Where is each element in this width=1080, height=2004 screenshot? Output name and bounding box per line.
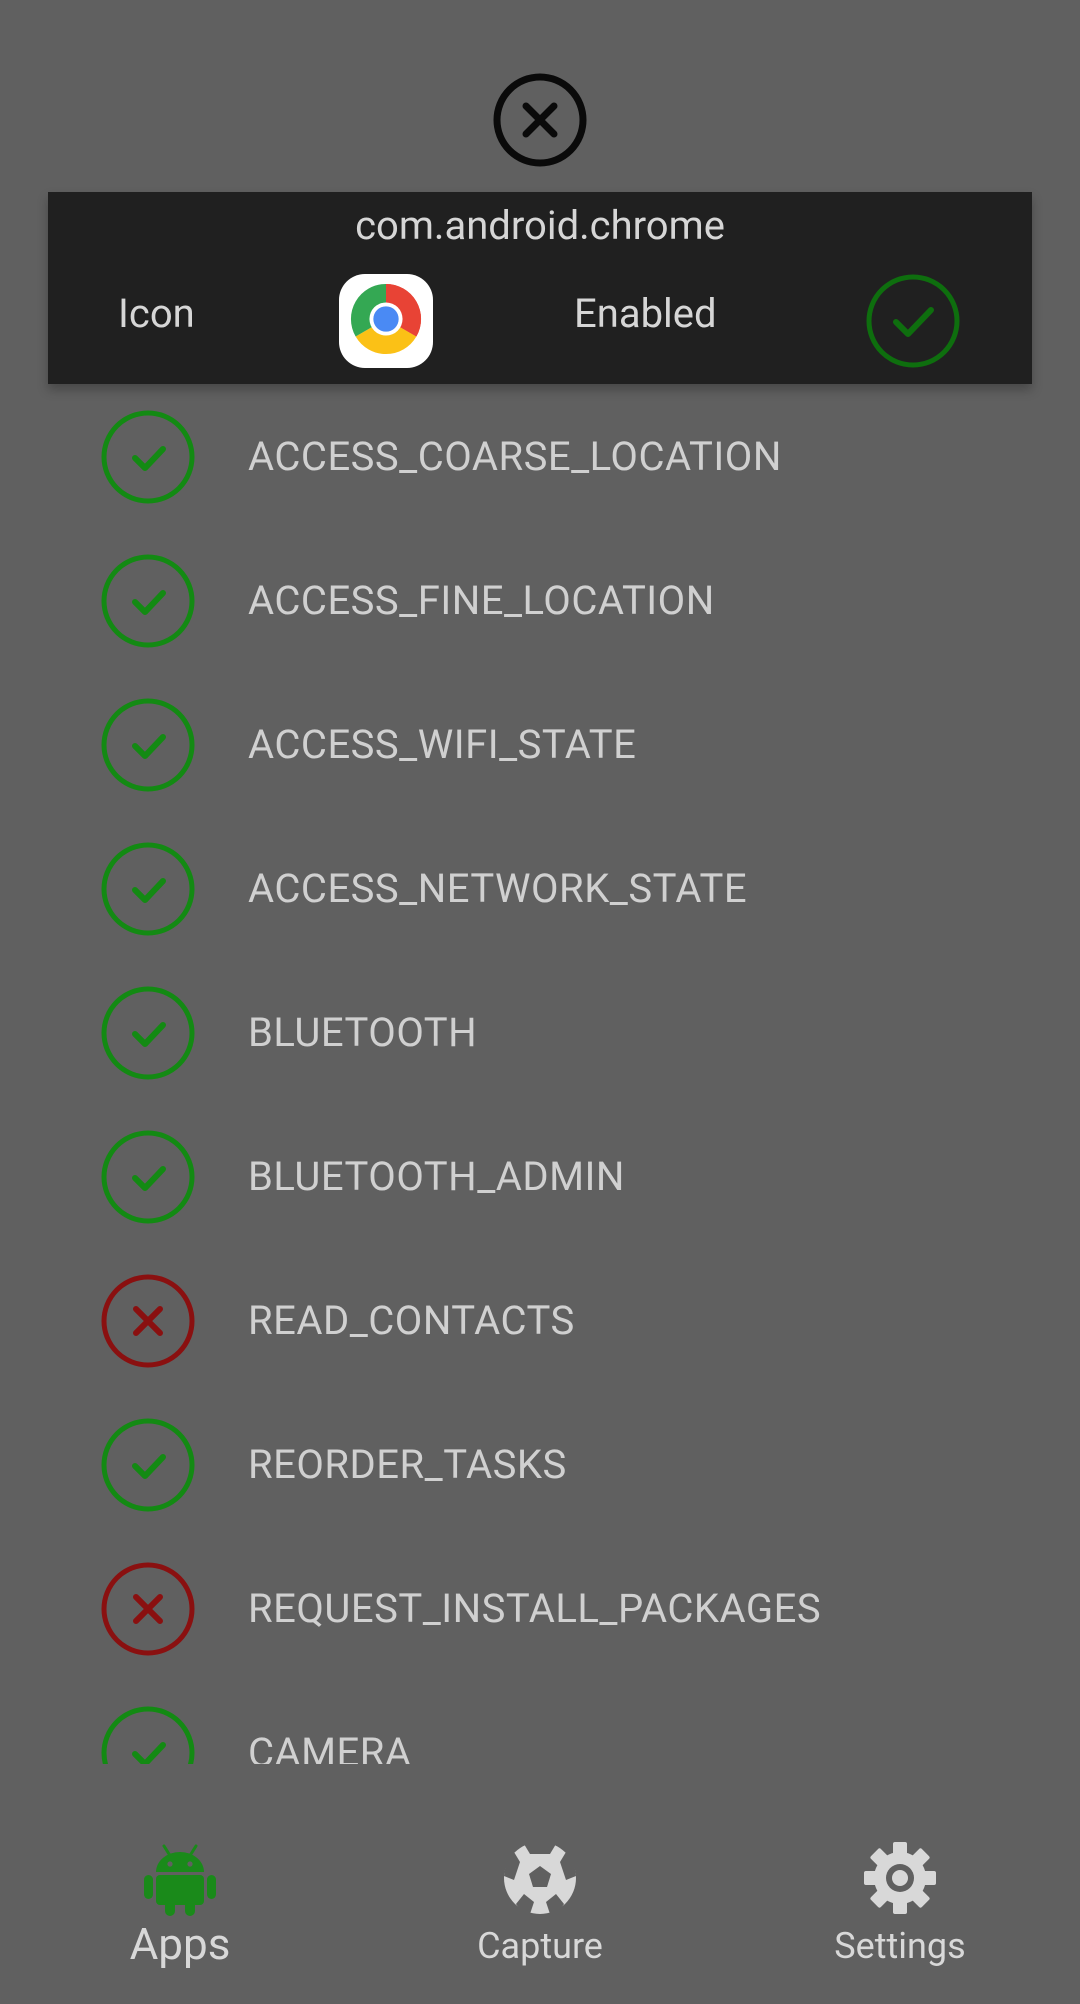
- android-icon: [142, 1840, 218, 1916]
- nav-label-apps: Apps: [129, 1918, 231, 1970]
- close-dialog-button[interactable]: [492, 72, 588, 168]
- permission-label: BLUETOOTH: [248, 1009, 478, 1056]
- package-name: com.android.chrome: [355, 202, 725, 249]
- permission-row[interactable]: BLUETOOTH: [0, 960, 1080, 1104]
- app-icon-tile: [339, 274, 433, 368]
- soccer-ball-icon: [502, 1840, 578, 1916]
- permission-row[interactable]: ACCESS_WIFI_STATE: [0, 672, 1080, 816]
- nav-tab-settings[interactable]: Settings: [720, 1820, 1080, 2004]
- permission-row[interactable]: REORDER_TASKS: [0, 1392, 1080, 1536]
- permission-label: ACCESS_COARSE_LOCATION: [248, 433, 782, 480]
- enabled-toggle[interactable]: [864, 272, 962, 370]
- x-circle-icon[interactable]: [99, 1272, 197, 1370]
- check-circle-icon: [864, 274, 962, 374]
- gear-icon: [862, 1840, 938, 1916]
- permission-label: READ_CONTACTS: [248, 1297, 575, 1344]
- app-detail-header: com.android.chrome Icon Enabled: [48, 192, 1032, 384]
- permission-row[interactable]: ACCESS_NETWORK_STATE: [0, 816, 1080, 960]
- permission-label: ACCESS_FINE_LOCATION: [248, 577, 715, 624]
- permission-label: REORDER_TASKS: [248, 1441, 567, 1488]
- check-circle-icon[interactable]: [99, 1416, 197, 1514]
- permission-row[interactable]: REQUEST_INSTALL_PACKAGES: [0, 1536, 1080, 1680]
- permission-label: ACCESS_WIFI_STATE: [248, 721, 637, 768]
- permission-row[interactable]: ACCESS_FINE_LOCATION: [0, 528, 1080, 672]
- x-circle-icon[interactable]: [99, 1560, 197, 1658]
- permission-row[interactable]: BLUETOOTH_ADMIN: [0, 1104, 1080, 1248]
- nav-tab-capture[interactable]: Capture: [360, 1820, 720, 2004]
- permission-row[interactable]: CAMERA: [0, 1680, 1080, 1764]
- permission-label: ACCESS_NETWORK_STATE: [248, 865, 748, 912]
- chrome-icon: [349, 282, 423, 360]
- nav-tab-apps[interactable]: Apps: [0, 1820, 360, 2004]
- permission-label: CAMERA: [248, 1729, 412, 1764]
- permission-row[interactable]: ACCESS_COARSE_LOCATION: [0, 384, 1080, 528]
- nav-label-settings: Settings: [834, 1925, 966, 1967]
- nav-label-capture: Capture: [477, 1925, 603, 1967]
- check-circle-icon[interactable]: [99, 840, 197, 938]
- enabled-label: Enabled: [574, 290, 717, 337]
- bottom-navigation: Apps Capture Settings: [0, 1820, 1080, 2004]
- permission-list[interactable]: ACCESS_COARSE_LOCATION ACCESS_FINE_LOCAT…: [0, 384, 1080, 1764]
- check-circle-icon[interactable]: [99, 984, 197, 1082]
- check-circle-icon[interactable]: [99, 552, 197, 650]
- close-circle-icon: [492, 72, 588, 168]
- permission-label: REQUEST_INSTALL_PACKAGES: [248, 1585, 822, 1632]
- permission-row[interactable]: READ_CONTACTS: [0, 1248, 1080, 1392]
- check-circle-icon[interactable]: [99, 1704, 197, 1764]
- check-circle-icon[interactable]: [99, 696, 197, 794]
- check-circle-icon[interactable]: [99, 1128, 197, 1226]
- check-circle-icon[interactable]: [99, 408, 197, 506]
- icon-label: Icon: [118, 290, 195, 337]
- permission-label: BLUETOOTH_ADMIN: [248, 1153, 625, 1200]
